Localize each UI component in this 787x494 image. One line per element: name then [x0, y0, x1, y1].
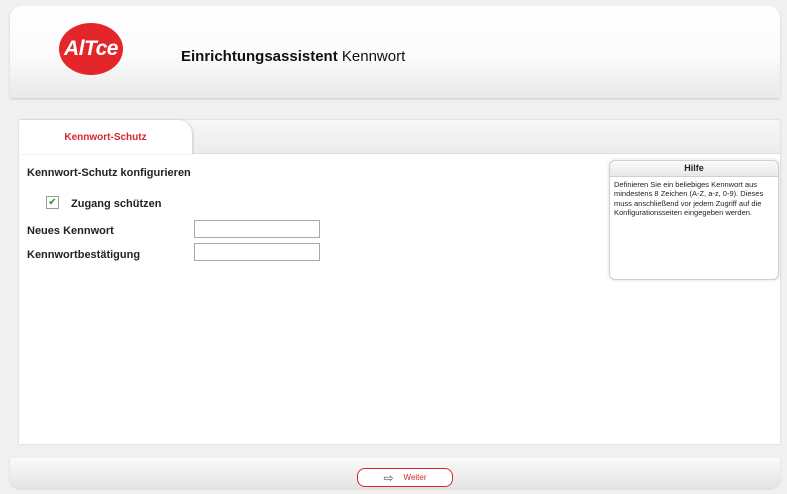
help-text: Definieren Sie ein beliebiges Kennwort a…	[614, 180, 764, 218]
new-password-field[interactable]	[194, 220, 320, 238]
protect-access-checkbox[interactable]: ✔	[46, 196, 59, 209]
header-bar: AlTce Einrichtungsassistent Kennwort	[10, 6, 780, 98]
help-title: Hilfe	[610, 161, 778, 177]
arrow-right-icon: ⇨	[383, 470, 394, 485]
next-button-label: Weiter	[403, 473, 427, 482]
footer-bar: ⇨ Weiter	[10, 458, 780, 488]
next-button[interactable]: ⇨ Weiter	[357, 468, 453, 487]
protect-access-label: Zugang schützen	[71, 198, 162, 210]
confirm-password-field[interactable]	[194, 243, 320, 261]
tab-bar: Kennwort-Schutz	[19, 120, 780, 154]
tab-kennwort-schutz[interactable]: Kennwort-Schutz	[19, 120, 192, 154]
help-box: Hilfe Definieren Sie ein beliebiges Kenn…	[609, 160, 779, 280]
page-title: Einrichtungsassistent Kennwort	[181, 48, 405, 65]
confirm-password-label: Kennwortbestätigung	[27, 249, 141, 261]
section-title: Kennwort-Schutz konfigurieren	[27, 167, 191, 179]
alice-logo: AlTce	[59, 23, 123, 75]
new-password-label: Neues Kennwort	[27, 225, 114, 237]
page-title-sub: Kennwort	[341, 48, 406, 65]
page-title-main: Einrichtungsassistent	[181, 48, 338, 65]
